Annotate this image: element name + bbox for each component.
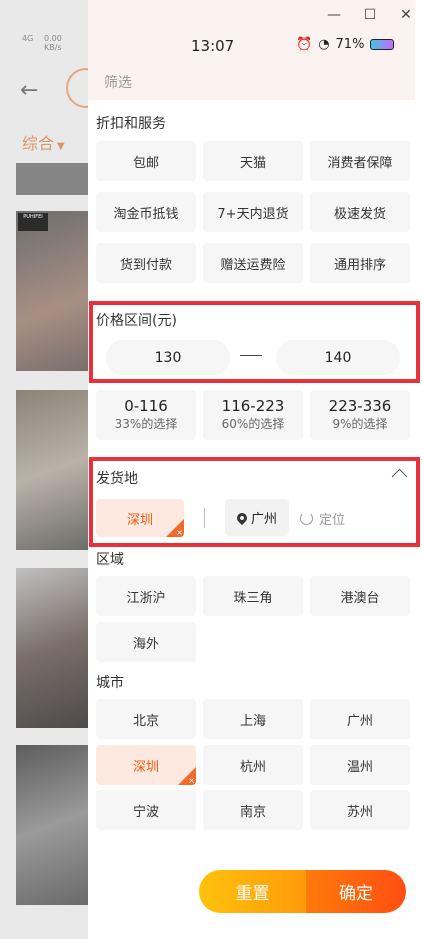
price-range-percent: 9%的选择 — [332, 417, 388, 431]
maximize-icon[interactable]: ☐ — [363, 7, 377, 23]
close-icon[interactable]: ✕ — [399, 7, 413, 23]
filter-option[interactable]: 货到付款 — [96, 243, 196, 283]
drawer-title: 筛选 — [104, 75, 132, 91]
wifi-icon: ◔ — [318, 37, 330, 52]
city-option[interactable]: 北京 — [96, 699, 196, 739]
price-range-percent: 33%的选择 — [114, 417, 178, 431]
brand-tag: PUHIFEI — [18, 213, 48, 231]
region-option[interactable]: 港澳台 — [310, 576, 410, 616]
city-title: 城市 — [96, 675, 124, 691]
remove-icon[interactable]: × — [188, 776, 195, 785]
city-option[interactable]: 广州 — [310, 699, 410, 739]
battery-percent: 71% — [335, 37, 365, 52]
filter-option[interactable]: 极速发货 — [310, 192, 410, 232]
sort-label: 综合 — [22, 134, 55, 153]
filter-option[interactable]: 7+天内退货 — [203, 192, 303, 232]
background-product-list: 4G 0.00 KB/s ← 综合 ▼ PUHIFEI — [0, 0, 106, 939]
shipping-highlight-box — [89, 457, 420, 547]
product-image[interactable] — [16, 390, 88, 550]
city-option[interactable]: 上海 — [203, 699, 303, 739]
city-option[interactable]: 杭州 — [203, 745, 303, 785]
filter-option[interactable]: 天猫 — [203, 141, 303, 181]
filter-option[interactable]: 赠送运费险 — [203, 243, 303, 283]
alarm-icon: ⏰ — [296, 37, 313, 52]
filter-option[interactable]: 通用排序 — [310, 243, 410, 283]
filter-option[interactable]: 包邮 — [96, 141, 196, 181]
sort-dropdown[interactable]: 综合 ▼ — [22, 130, 65, 154]
confirm-button[interactable]: 确定 — [306, 870, 406, 913]
minimize-icon[interactable]: — — [327, 7, 341, 23]
background-status-bar: 4G 0.00 KB/s — [0, 30, 88, 56]
city-option[interactable]: 南京 — [203, 790, 303, 830]
signal-icon: 4G — [22, 34, 34, 43]
city-option-label: 深圳 — [132, 759, 159, 775]
region-option[interactable]: 珠三角 — [203, 576, 303, 616]
filter-option[interactable]: 淘金币抵钱 — [96, 192, 196, 232]
status-icons: ⏰ ◔ 71% — [296, 37, 395, 52]
network-speed: 0.00 KB/s — [44, 34, 62, 52]
status-time: 13:07 — [191, 37, 235, 55]
price-range: 116-223 — [221, 397, 285, 415]
price-range-percent: 60%的选择 — [221, 417, 285, 431]
product-image[interactable] — [16, 568, 88, 728]
price-range: 0-116 — [124, 397, 168, 415]
city-option[interactable]: 温州 — [310, 745, 410, 785]
filter-option[interactable]: 消费者保障 — [310, 141, 410, 181]
price-range: 223-336 — [328, 397, 392, 415]
price-highlight-box — [89, 301, 420, 383]
product-image[interactable] — [16, 745, 88, 905]
product-image[interactable] — [16, 211, 88, 371]
window-controls: — ☐ ✕ — [303, 0, 423, 30]
price-range-option[interactable]: 116-223 60%的选择 — [203, 390, 303, 440]
city-option[interactable]: 宁波 — [96, 790, 196, 830]
battery-icon — [370, 39, 395, 50]
price-range-option[interactable]: 223-336 9%的选择 — [310, 390, 410, 440]
region-option[interactable]: 海外 — [96, 622, 196, 662]
region-title: 区域 — [96, 552, 124, 568]
product-image[interactable] — [16, 163, 88, 195]
price-range-option[interactable]: 0-116 33%的选择 — [96, 390, 196, 440]
city-option-selected[interactable]: 深圳 × — [96, 745, 196, 785]
caret-down-icon: ▼ — [57, 141, 65, 152]
region-option[interactable]: 江浙沪 — [96, 576, 196, 616]
back-arrow-icon[interactable]: ← — [20, 78, 38, 103]
services-title: 折扣和服务 — [96, 116, 166, 132]
city-option[interactable]: 苏州 — [310, 790, 410, 830]
reset-button[interactable]: 重置 — [199, 870, 306, 913]
